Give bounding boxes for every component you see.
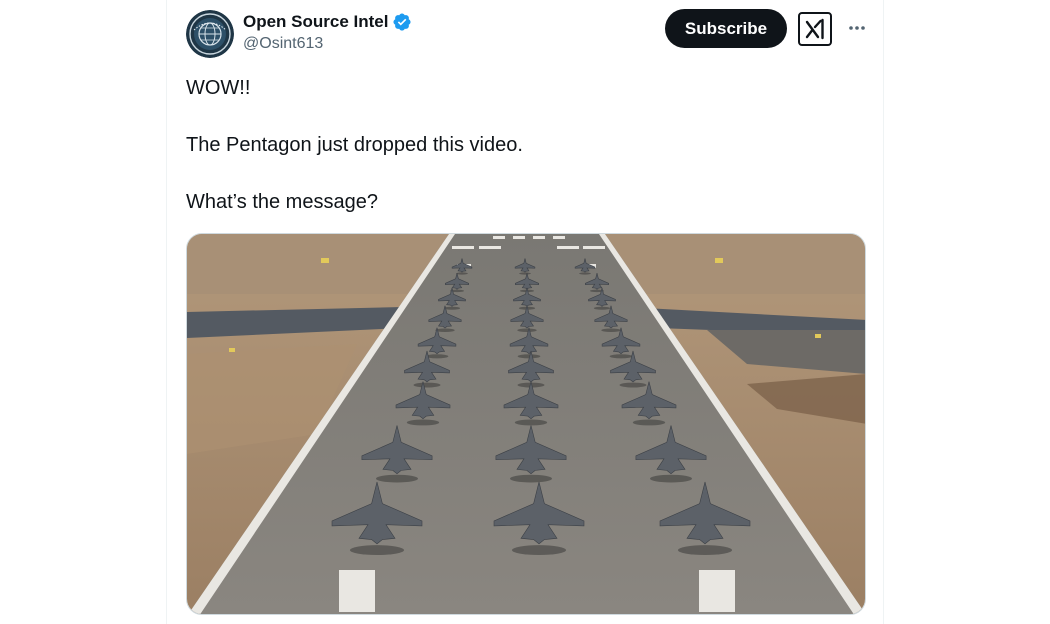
jet-shadow	[593, 306, 611, 310]
jet-shadow	[425, 354, 449, 359]
jet-shadow	[514, 419, 548, 426]
tweet-line: WOW!!	[186, 77, 251, 99]
avatar[interactable]	[186, 10, 234, 58]
tweet-card[interactable]: Open Source Intel @Osint613 Subscribe WO…	[166, 0, 884, 624]
runway-video-frame	[187, 234, 865, 614]
jet-shadow	[406, 419, 440, 426]
more-options-icon[interactable]	[843, 14, 871, 42]
grok-icon[interactable]	[797, 11, 833, 47]
page: Open Source Intel @Osint613 Subscribe WO…	[0, 0, 1050, 624]
jet-shadow	[519, 272, 531, 275]
jet-shadow	[509, 474, 553, 483]
subscribe-button[interactable]: Subscribe	[665, 9, 787, 48]
jet-shadow	[609, 354, 633, 359]
tweet-line: What’s the message?	[186, 191, 378, 213]
globe-crest-icon	[186, 10, 234, 58]
jet-shadow	[456, 272, 468, 275]
jet-shadow	[443, 306, 461, 310]
tweet-text: WOW!! The Pentagon just dropped this vid…	[186, 76, 866, 247]
jet-shadow	[517, 328, 537, 333]
jet-shadow	[350, 545, 404, 556]
jet-shadow	[375, 474, 419, 483]
jet-shadow	[413, 382, 441, 388]
jet-shadow	[649, 474, 693, 483]
jet-shadow	[579, 272, 591, 275]
jet-shadow	[619, 382, 647, 388]
jet-shadow	[601, 328, 621, 333]
name-row: Open Source Intel	[243, 10, 412, 34]
jet-shadow	[678, 545, 732, 556]
handle[interactable]: @Osint613	[243, 35, 412, 53]
jet-shadow	[512, 545, 566, 556]
video-media[interactable]	[186, 233, 866, 615]
author-info: Open Source Intel @Osint613	[243, 10, 412, 53]
display-name[interactable]: Open Source Intel	[243, 12, 388, 32]
tweet-line: The Pentagon just dropped this video.	[186, 134, 523, 156]
jet-shadow	[632, 419, 666, 426]
verified-badge-icon[interactable]	[392, 12, 412, 32]
